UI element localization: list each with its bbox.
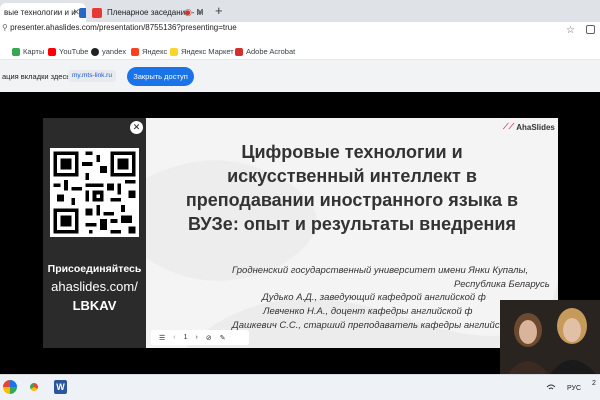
chrome-icon[interactable] [27, 380, 41, 394]
join-site: ahaslides.com/ [51, 279, 138, 294]
youtube-icon [48, 47, 56, 56]
bookmark-youtube[interactable]: YouTube [48, 47, 88, 56]
tab-title: вые технологии и и [4, 8, 76, 17]
share-site-chip: my.mts-link.ru [68, 70, 116, 82]
youtube-favicon-icon [92, 7, 102, 18]
bookmark-maps[interactable]: Карты [12, 47, 44, 56]
taskbar-app-icon[interactable] [3, 380, 17, 394]
next-slide-icon[interactable]: › [196, 334, 198, 341]
taskbar [0, 374, 600, 400]
maps-icon [12, 47, 20, 56]
affiliation-line-1: Гродненский государственный университет … [232, 265, 529, 276]
join-title: Присоединяйтесь [47, 263, 142, 275]
close-tab-icon[interactable]: ✕ [72, 7, 80, 18]
acrobat-icon [235, 47, 243, 56]
presenter-controls: ☰ ‹ 1 › ⊘ ✎ [151, 330, 249, 345]
join-code: LBKAV [72, 298, 117, 313]
recording-icon: ◉ [184, 7, 192, 17]
stop-sharing-button[interactable]: Закрыть доступ [127, 67, 194, 86]
prev-slide-icon[interactable]: ‹ [173, 334, 175, 341]
clock[interactable]: 2 [592, 380, 596, 387]
ahaslides-logo: ⟋⟋ AhaSlides [503, 122, 555, 132]
menu-icon[interactable]: ☰ [159, 334, 165, 342]
bookmark-yandex-market[interactable]: Яндекс Маркет [170, 47, 234, 56]
word-icon[interactable]: W [54, 380, 67, 394]
hide-icon[interactable]: ⊘ [206, 334, 212, 342]
tab-ahaslides[interactable]: вые технологии и и ✕ [0, 3, 86, 22]
network-icon[interactable] [546, 382, 556, 392]
join-qr-code [50, 148, 139, 237]
author-line-2: Левченко Н.А., доцент кафедры английской… [263, 306, 473, 317]
webcam-video [500, 300, 600, 374]
extensions-icon[interactable] [586, 25, 595, 34]
ahaslides-logo-icon: ⟋⟋ [503, 122, 515, 131]
bookmarks-bar [0, 42, 600, 60]
author-line-3: Дашкевич С.С., старший преподаватель каф… [232, 320, 526, 331]
slide-title: Цифровые технологии и искусственный инте… [185, 142, 519, 234]
bookmark-star-icon[interactable]: ☆ [566, 25, 575, 36]
site-info-icon[interactable]: ⚲ [2, 23, 10, 32]
slide-number: 1 [183, 334, 188, 341]
affiliation-line-2: Республика Беларусь [454, 279, 550, 290]
draw-icon[interactable]: ✎ [220, 334, 226, 342]
close-tab-icon[interactable]: ✕ [196, 7, 204, 18]
author-line-1: Дудько А.Д., заведующий кафедрой английс… [262, 292, 486, 303]
yandex-ru-icon [131, 47, 139, 56]
tab-plenary[interactable]: Пленарное заседание - М ◉ ✕ [88, 3, 210, 22]
webcam-participants [500, 300, 600, 374]
close-join-panel-button[interactable]: ✕ [130, 121, 143, 134]
bookmark-yandex-ru[interactable]: Яндекс [131, 47, 167, 56]
new-tab-button[interactable]: + [215, 3, 223, 18]
share-message: ация вкладки здесь: [2, 72, 73, 81]
bookmark-yandex[interactable]: yandex [91, 47, 126, 56]
yandex-icon [91, 47, 99, 56]
language-indicator[interactable]: РУС [567, 385, 581, 392]
market-icon [170, 47, 178, 56]
bookmark-adobe-acrobat[interactable]: Adobe Acrobat [235, 47, 295, 56]
url-text[interactable]: ⚲ presenter.ahaslides.com/presentation/8… [2, 23, 237, 32]
